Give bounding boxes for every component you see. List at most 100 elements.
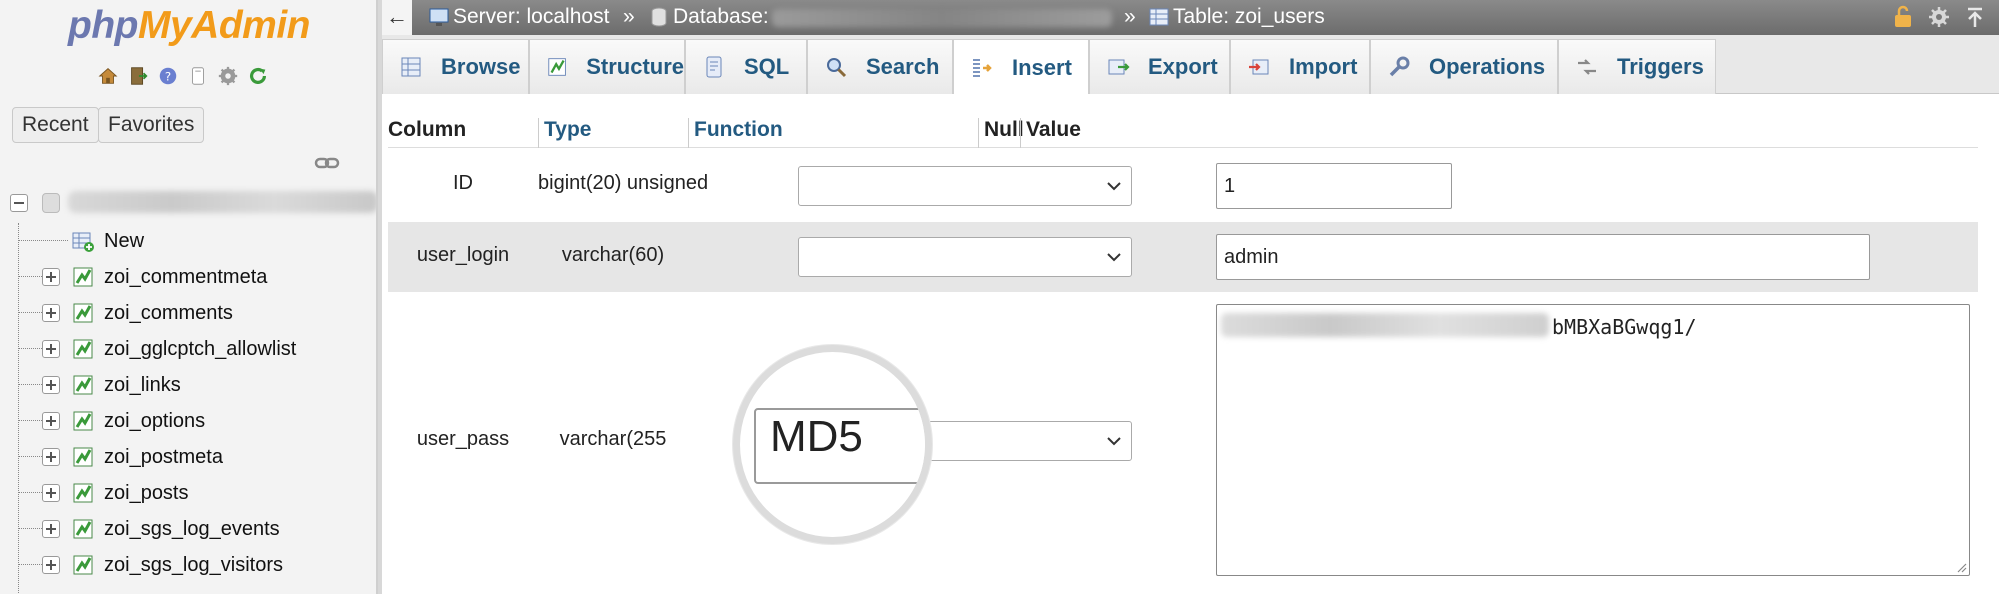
breadcrumb-table[interactable]: Table: zoi_users: [1148, 5, 1325, 29]
table-icon: [73, 519, 93, 539]
table-icon: [73, 339, 93, 359]
tree-database-node[interactable]: [8, 185, 376, 219]
tab-import[interactable]: Import: [1230, 39, 1370, 94]
table-header: Column Type Function Null Value: [388, 118, 1978, 148]
tree-item-table[interactable]: zoi_options: [0, 403, 376, 439]
breadcrumb-database-label: Database:: [673, 5, 769, 28]
chevron-down-icon: [1107, 437, 1121, 446]
tab-insert[interactable]: Insert: [953, 39, 1089, 95]
table-icon: [73, 555, 93, 575]
tree-item-table[interactable]: zoi_postmeta: [0, 439, 376, 475]
column-name: user_pass: [416, 428, 510, 450]
database-name-redacted: [772, 9, 1112, 27]
tree-item-label: zoi_posts: [104, 482, 189, 504]
expand-icon[interactable]: [42, 412, 60, 430]
tree-item-table[interactable]: zoi_comments: [0, 295, 376, 331]
tab-operations[interactable]: Operations: [1370, 39, 1558, 94]
expand-icon[interactable]: [42, 556, 60, 574]
column-type: varchar(255: [559, 428, 667, 450]
help-icon[interactable]: ?: [155, 63, 181, 89]
value-textarea-user-pass[interactable]: bMBXaBGwqg1/: [1216, 304, 1970, 576]
docs-icon[interactable]: [185, 63, 211, 89]
collapse-top-icon[interactable]: [1963, 5, 1987, 29]
table-row: ID bigint(20) unsigned 1: [388, 150, 1978, 222]
tree-item-table[interactable]: zoi_posts: [0, 475, 376, 511]
insert-icon: [973, 58, 992, 77]
expand-icon[interactable]: [42, 304, 60, 322]
tab-export[interactable]: Export: [1089, 39, 1230, 94]
svg-text:?: ?: [165, 70, 171, 84]
exit-icon[interactable]: [125, 63, 151, 89]
resize-grip-icon[interactable]: [1955, 561, 1967, 573]
settings-icon[interactable]: [1927, 5, 1951, 29]
triggers-icon: [1578, 59, 1596, 75]
tree-item-table[interactable]: zoi_commentmeta: [0, 259, 376, 295]
chevron-down-icon: [1107, 182, 1121, 191]
collapse-sidebar-button[interactable]: ←: [382, 0, 412, 35]
new-table-icon: [72, 232, 94, 252]
tree-item-label: zoi_links: [104, 374, 181, 396]
lock-icon[interactable]: [1891, 5, 1915, 29]
tab-structure[interactable]: Structure: [529, 39, 685, 94]
tree-item-label: zoi_postmeta: [104, 446, 223, 468]
tree-item-label: zoi_gglcptch_allowlist: [104, 338, 297, 360]
tab-label: Operations: [1429, 54, 1546, 79]
breadcrumb-separator: »: [1124, 5, 1136, 28]
breadcrumb: ← Server: localhost » Database: » Table:…: [382, 0, 1999, 35]
tree-item-table[interactable]: zoi_sgs_log_events: [0, 511, 376, 547]
table-row: user_pass varchar(255 bMBXaBGwqg1/: [388, 292, 1978, 594]
tree-item-label: zoi_comments: [104, 302, 233, 324]
tab-triggers[interactable]: Triggers: [1558, 39, 1716, 94]
favorites-button[interactable]: Favorites: [98, 107, 205, 143]
column-name: user_login: [416, 244, 510, 266]
breadcrumb-server[interactable]: Server: localhost: [428, 5, 609, 29]
column-header-column: Column: [388, 118, 467, 141]
password-hash-redacted: [1221, 313, 1549, 337]
reload-icon[interactable]: [245, 63, 271, 89]
expand-icon[interactable]: [42, 376, 60, 394]
tree-item-table[interactable]: zoi_links: [0, 367, 376, 403]
tab-bar: Browse Structure SQL Search Insert Expor…: [382, 35, 1999, 95]
expand-icon[interactable]: [42, 448, 60, 466]
tree-item-new[interactable]: New: [0, 223, 376, 259]
tree-item-label: zoi_options: [104, 410, 206, 432]
logo-part-php: php: [68, 4, 138, 47]
expand-icon[interactable]: [42, 484, 60, 502]
tree-item-table[interactable]: zoi_gglcptch_allowlist: [0, 331, 376, 367]
value-input-id[interactable]: 1: [1216, 163, 1452, 209]
collapse-icon[interactable]: [10, 194, 28, 212]
search-icon: [827, 58, 847, 78]
tree-item-label: zoi_commentmeta: [104, 266, 268, 288]
tab-sql[interactable]: SQL: [685, 39, 807, 94]
logo-part-myadmin: MyAdmin: [137, 4, 311, 47]
expand-icon[interactable]: [42, 268, 60, 286]
column-header-type[interactable]: Type: [544, 118, 591, 142]
tab-label: Structure: [586, 54, 684, 79]
expand-icon[interactable]: [42, 520, 60, 538]
table-icon: [73, 303, 93, 323]
chevron-down-icon: [1107, 253, 1121, 262]
value-input-user-login[interactable]: admin: [1216, 234, 1870, 280]
expand-icon[interactable]: [42, 340, 60, 358]
breadcrumb-separator: »: [623, 5, 635, 28]
table-icon: [73, 447, 93, 467]
function-select[interactable]: [798, 237, 1132, 277]
column-header-null: Null: [984, 118, 1024, 141]
tab-label: Import: [1289, 54, 1358, 79]
tab-label: SQL: [744, 54, 790, 79]
table-icon: [73, 483, 93, 503]
tab-browse[interactable]: Browse: [382, 39, 529, 94]
database-name-redacted: [68, 191, 376, 213]
function-select[interactable]: [798, 166, 1132, 206]
tab-search[interactable]: Search: [807, 39, 953, 94]
breadcrumb-database[interactable]: Database:: [648, 5, 769, 29]
home-icon[interactable]: [95, 63, 121, 89]
tree-item-table[interactable]: zoi_sgs_log_visitors: [0, 547, 376, 583]
column-header-function[interactable]: Function: [694, 118, 783, 142]
settings-icon[interactable]: [215, 63, 241, 89]
table-row: user_login varchar(60) admin: [388, 222, 1978, 292]
breadcrumb-table-label: Table: zoi_users: [1173, 5, 1325, 28]
recent-button[interactable]: Recent: [12, 107, 99, 143]
link-icon[interactable]: [314, 155, 340, 171]
phpmyadmin-logo[interactable]: phpMyAdmin: [0, 4, 376, 48]
